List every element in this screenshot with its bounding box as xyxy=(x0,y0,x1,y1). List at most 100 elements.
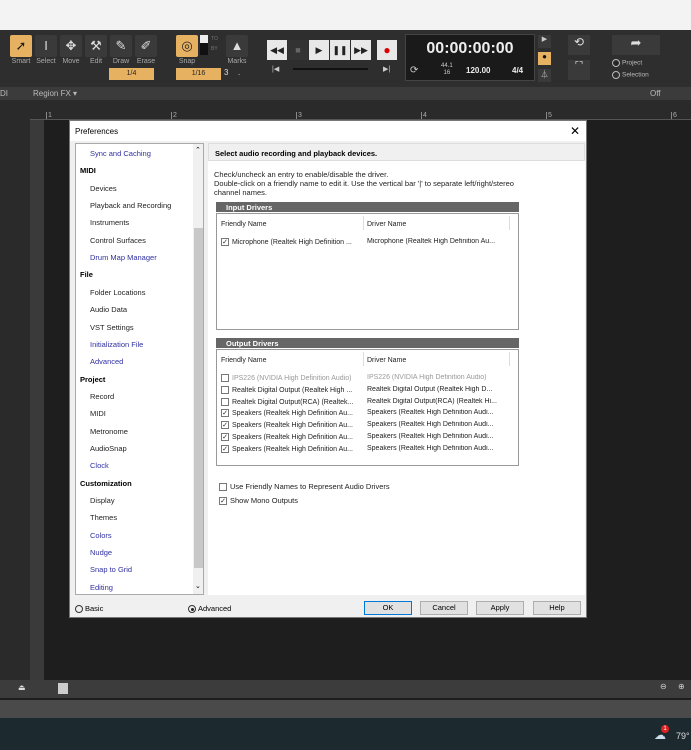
tree-scrollbar[interactable]: ⌃ ⌄ xyxy=(193,144,203,594)
driver-row[interactable]: ✓ Microphone (Realtek High Definition ...… xyxy=(221,238,516,249)
output-drivers-list[interactable]: Friendly Name Driver Name IPS226 (NVIDIA … xyxy=(216,349,519,466)
apply-button[interactable]: Apply xyxy=(476,601,524,615)
export-project-radio[interactable]: Project xyxy=(612,59,642,67)
tree-item[interactable]: Snap to Grid xyxy=(90,565,132,574)
col-driver-name[interactable]: Driver Name xyxy=(367,220,511,230)
chevron-down-icon[interactable]: ⌄ xyxy=(195,582,201,590)
tree-item[interactable]: Audio Data xyxy=(90,305,127,314)
tool-smart[interactable]: ➚ xyxy=(10,35,32,57)
time-display[interactable]: 00:00:00:00 ⟳ 44.1 16 120.00 4/4 xyxy=(405,34,535,81)
driver-checkbox[interactable]: ✓ xyxy=(221,421,229,430)
horizontal-scrollbar[interactable]: ⏏ ⊖ ⊕ xyxy=(0,680,691,698)
tree-item[interactable]: Clock xyxy=(90,461,109,470)
friendly-name-cell[interactable]: ✓ Speakers (Realtek High Definition Au... xyxy=(221,444,363,453)
driver-checkbox[interactable]: ✓ xyxy=(221,433,229,441)
metronome-button[interactable]: ⏃ xyxy=(538,69,551,82)
tempo[interactable]: 120.00 xyxy=(466,66,490,75)
tree-item[interactable]: Devices xyxy=(90,184,117,193)
friendly-name-cell[interactable]: Realtek Digital Output (Realtek High ... xyxy=(221,385,363,394)
tree-item[interactable]: Instruments xyxy=(90,218,129,227)
close-icon[interactable]: ✕ xyxy=(570,124,580,138)
friendly-name-cell[interactable]: IPS226 (NVIDIA High Definition Audio) xyxy=(221,374,363,382)
ok-button[interactable]: OK xyxy=(364,601,412,615)
tree-category[interactable]: Customization xyxy=(80,479,132,488)
friendly-name-cell[interactable]: ✓ Speakers (Realtek High Definition Au... xyxy=(221,433,363,441)
chevron-up-icon[interactable]: ⌃ xyxy=(195,146,201,154)
transport-position-slider[interactable]: |◀ ▶| xyxy=(267,65,397,73)
driver-row[interactable]: ✓ Speakers (Realtek High Definition Au...… xyxy=(221,444,516,456)
driver-row[interactable]: Realtek Digital Output(RCA) (Realtek... R… xyxy=(221,397,516,409)
tree-category[interactable]: MIDI xyxy=(80,166,96,175)
rewind-button[interactable]: ◀◀ xyxy=(267,40,287,60)
tree-item[interactable]: Themes xyxy=(90,513,117,522)
col-friendly-name[interactable]: Friendly Name xyxy=(221,220,363,230)
punch-button[interactable]: ⌜⌝ xyxy=(568,60,590,80)
driver-row[interactable]: ✓ Speakers (Realtek High Definition Au...… xyxy=(221,409,516,420)
help-button[interactable]: Help xyxy=(533,601,581,615)
driver-row[interactable]: ✓ Speakers (Realtek High Definition Au...… xyxy=(221,433,516,444)
pause-button[interactable]: ❚❚ xyxy=(330,40,350,60)
tree-item[interactable]: Advanced xyxy=(90,357,123,366)
tool-erase[interactable]: ✐ xyxy=(135,35,157,57)
left-dropdown[interactable]: DI xyxy=(0,89,8,98)
snap-to-by-toggle[interactable] xyxy=(200,35,208,55)
play-button[interactable]: ▶ xyxy=(309,40,329,60)
zoom-in-icon[interactable]: ⊕ xyxy=(678,682,685,691)
driver-checkbox[interactable] xyxy=(221,374,229,382)
record-mode-button[interactable]: ● xyxy=(538,52,551,65)
fast-forward-button[interactable]: ▶▶ xyxy=(351,40,371,60)
triplet-button[interactable]: 3 xyxy=(224,68,228,77)
tree-item[interactable]: AudioSnap xyxy=(90,444,127,453)
stop-button[interactable]: ■ xyxy=(288,40,308,60)
friendly-name-cell[interactable]: ✓ Microphone (Realtek High Definition ... xyxy=(221,238,363,246)
scroll-thumb[interactable] xyxy=(58,683,68,694)
friendly-name-cell[interactable]: ✓ Speakers (Realtek High Definition Au... xyxy=(221,421,363,430)
basic-mode-radio[interactable]: Basic xyxy=(75,604,103,614)
tree-item[interactable]: Display xyxy=(90,496,115,505)
tree-item[interactable]: Editing xyxy=(90,583,113,592)
driver-checkbox[interactable]: ✓ xyxy=(221,409,229,418)
zoom-out-icon[interactable]: ⊖ xyxy=(660,682,667,691)
show-mono-outputs-checkbox[interactable]: ✓ Show Mono Outputs xyxy=(219,496,298,506)
track-divider[interactable] xyxy=(30,120,44,680)
timeline-ruler[interactable]: 1 2 3 4 5 6 xyxy=(30,100,691,120)
snap-value-select[interactable]: 1/16 xyxy=(176,68,221,80)
marks-button[interactable]: ▲ xyxy=(226,35,248,57)
tree-item[interactable]: Control Surfaces xyxy=(90,236,146,245)
tree-item[interactable]: Playback and Recording xyxy=(90,201,171,210)
friendly-name-cell[interactable]: ✓ Speakers (Realtek High Definition Au... xyxy=(221,409,363,418)
friendly-name-cell[interactable]: Realtek Digital Output(RCA) (Realtek... xyxy=(221,397,363,406)
tree-item[interactable]: Record xyxy=(90,392,114,401)
driver-row[interactable]: IPS226 (NVIDIA High Definition Audio) IPS… xyxy=(221,374,516,385)
advanced-mode-radio[interactable]: Advanced xyxy=(188,604,231,614)
play-mode-button[interactable]: ▶ xyxy=(538,35,551,48)
tree-item[interactable]: Colors xyxy=(90,531,112,540)
tree-scroll-thumb[interactable] xyxy=(194,228,203,568)
tool-edit[interactable]: ⚒ xyxy=(85,35,107,57)
tree-category[interactable]: Project xyxy=(80,375,105,384)
tree-item[interactable]: Folder Locations xyxy=(90,288,145,297)
driver-checkbox[interactable] xyxy=(221,397,229,406)
snap-offset-dropdown[interactable]: Off xyxy=(650,89,661,98)
tree-item[interactable]: Nudge xyxy=(90,548,112,557)
tree-item[interactable]: Drum Map Manager xyxy=(90,253,157,262)
driver-row[interactable]: Realtek Digital Output (Realtek High ...… xyxy=(221,385,516,397)
eject-icon[interactable]: ⏏ xyxy=(18,683,26,692)
input-drivers-list[interactable]: Friendly Name Driver Name ✓ Microphone (Re… xyxy=(216,213,519,330)
use-friendly-names-checkbox[interactable]: Use Friendly Names to Represent Audio Dr… xyxy=(219,482,390,492)
tree-item[interactable]: Sync and Caching xyxy=(90,149,151,158)
draw-length-select[interactable]: 1/4 xyxy=(109,68,154,80)
snap-button[interactable]: ◎ xyxy=(176,35,198,57)
tree-item[interactable]: MIDI xyxy=(90,409,106,418)
tool-move[interactable]: ✥ xyxy=(60,35,82,57)
driver-checkbox[interactable]: ✓ xyxy=(221,238,229,246)
driver-checkbox[interactable] xyxy=(221,385,229,394)
col-driver-name[interactable]: Driver Name xyxy=(367,356,511,366)
tool-draw[interactable]: ✎ xyxy=(110,35,132,57)
tree-category[interactable]: File xyxy=(80,270,93,279)
tree-item[interactable]: VST Settings xyxy=(90,323,134,332)
region-fx-dropdown[interactable]: Region FX ▾ xyxy=(33,89,77,98)
export-selection-radio[interactable]: Selection xyxy=(612,71,649,79)
export-button[interactable]: ➦ xyxy=(612,35,660,55)
col-friendly-name[interactable]: Friendly Name xyxy=(221,356,363,366)
